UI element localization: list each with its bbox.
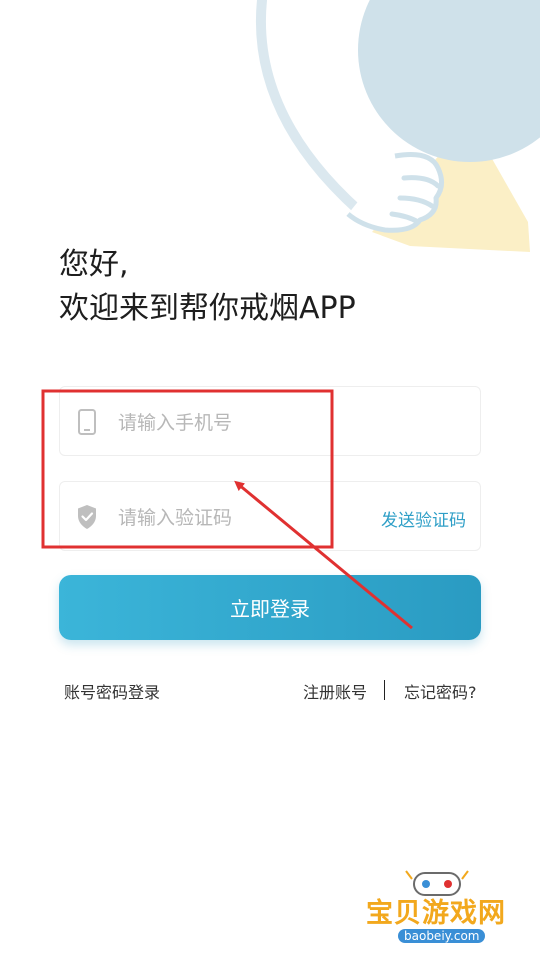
watermark-logo: 宝贝游戏网 baobeiy.com (362, 865, 512, 955)
code-field[interactable]: 发送验证码 (59, 481, 481, 551)
phone-icon (78, 409, 96, 435)
send-code-button[interactable]: 发送验证码 (381, 506, 466, 531)
shield-check-icon (78, 505, 96, 529)
greeting-line-2: 欢迎来到帮你戒烟APP (59, 291, 356, 326)
phone-input[interactable] (116, 404, 380, 442)
greeting: 您好, 欢迎来到帮你戒烟APP (59, 243, 356, 331)
forget-password-link[interactable]: 忘记密码? (404, 679, 477, 703)
phone-field[interactable] (59, 386, 481, 456)
login-button[interactable]: 立即登录 (59, 575, 481, 640)
code-input[interactable] (116, 499, 380, 537)
account-password-login-link[interactable]: 账号密码登录 (64, 679, 160, 703)
link-divider (384, 680, 385, 700)
greeting-line-1: 您好, (59, 247, 129, 282)
watermark-text: 宝贝游戏网 (366, 898, 506, 929)
register-link[interactable]: 注册账号 (303, 679, 367, 703)
watermark-url: baobeiy.com (398, 929, 486, 943)
header-illustration (256, 0, 540, 252)
